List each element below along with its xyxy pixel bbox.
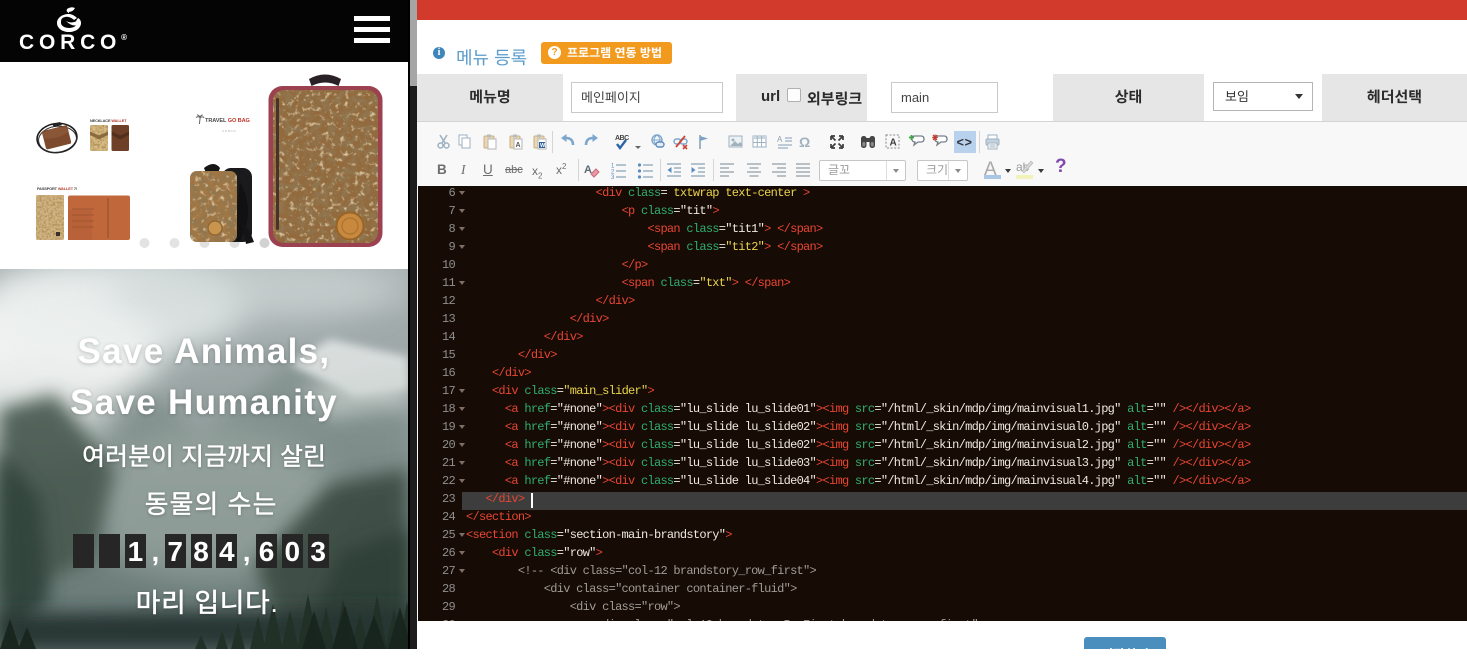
svg-text:CORCO: CORCO <box>222 129 236 133</box>
svg-text:ABC: ABC <box>615 135 629 142</box>
svg-text:3: 3 <box>611 175 615 179</box>
svg-text:A: A <box>777 135 783 144</box>
svg-text:NECKLACE WALLET: NECKLACE WALLET <box>90 118 127 123</box>
svg-text:Ω: Ω <box>799 134 810 150</box>
svg-text:A: A <box>890 138 897 149</box>
svg-text:W: W <box>540 143 546 149</box>
svg-text:TRAVEL GO BAG: TRAVEL GO BAG <box>205 118 250 124</box>
svg-text:<>: <> <box>957 137 973 151</box>
svg-text:A: A <box>516 142 521 149</box>
svg-text:PASSPORT WALLET 7!: PASSPORT WALLET 7! <box>37 186 77 191</box>
